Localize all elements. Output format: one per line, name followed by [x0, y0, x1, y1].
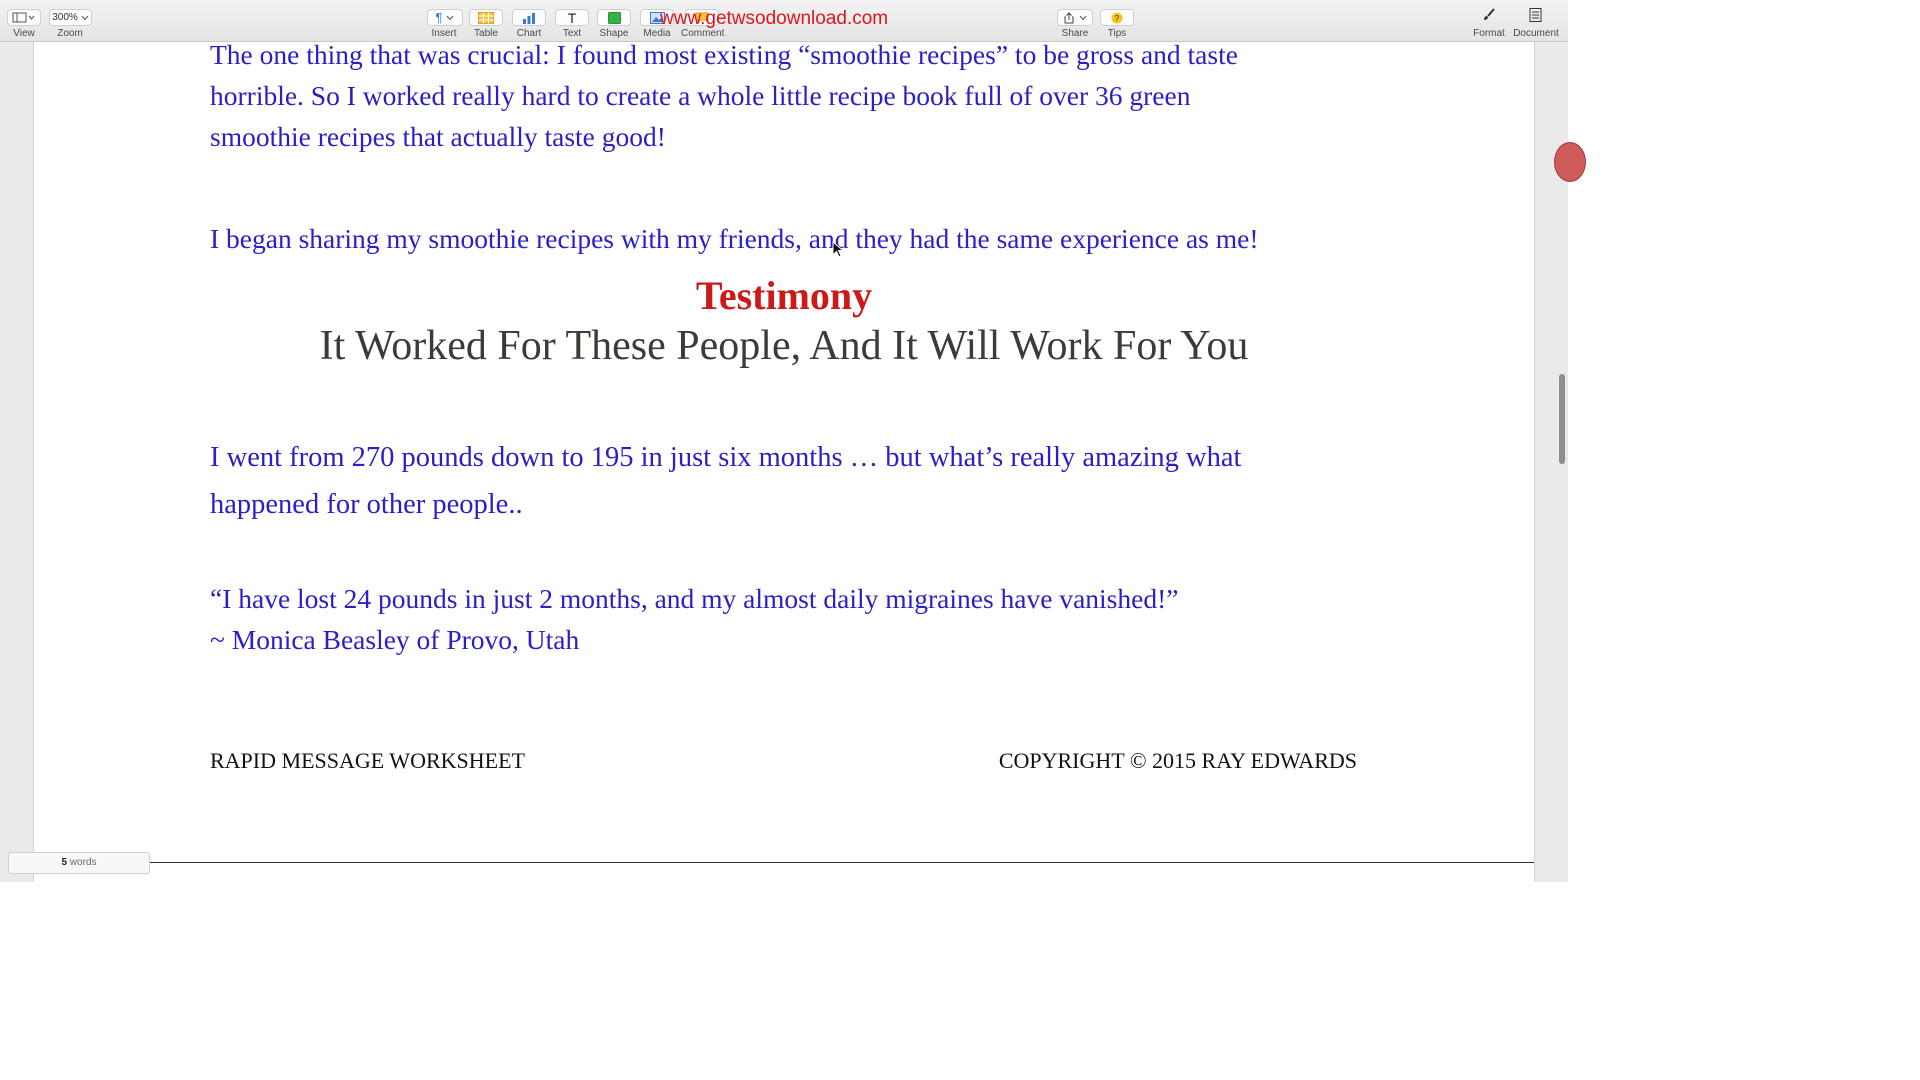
paragraph-sharing[interactable]: I began sharing my smoothie recipes with…: [210, 218, 1258, 259]
testimony-heading[interactable]: Testimony: [34, 272, 1534, 320]
paragraph-line: I went from 270 pounds down to 195 in ju…: [210, 442, 1242, 473]
chart-button[interactable]: [512, 9, 546, 26]
shape-label: Shape: [599, 28, 629, 39]
bar-chart-icon: [523, 12, 535, 24]
paragraph-weight-loss[interactable]: I went from 270 pounds down to 195 in ju…: [210, 434, 1241, 528]
text-label: Text: [562, 28, 582, 39]
shape-button[interactable]: [597, 9, 631, 26]
document-page[interactable]: The one thing that was crucial: I found …: [34, 39, 1534, 882]
left-gutter: [0, 42, 34, 882]
chart-label: Chart: [516, 28, 542, 39]
word-count-value: 5: [61, 857, 68, 868]
paragraph-line: horrible. So I worked really hard to cre…: [210, 80, 1191, 111]
testimony-subheading[interactable]: It Worked For These People, And It Will …: [34, 322, 1534, 370]
format-control[interactable]: Format: [1470, 0, 1508, 42]
text-box-icon: T: [567, 9, 577, 26]
sidebar-icon: [12, 12, 35, 23]
quote-text: “I have lost 24 pounds in just 2 months,…: [210, 583, 1179, 614]
quote-attribution: ~ Monica Beasley of Provo, Utah: [210, 624, 580, 655]
zoom-select[interactable]: 300%: [49, 9, 92, 26]
page-divider: [148, 862, 1534, 863]
footer-title: RAPID MESSAGE WORKSHEET: [210, 748, 525, 773]
share-control[interactable]: Share: [1056, 0, 1094, 42]
word-count-indicator[interactable]: 5 words: [8, 852, 150, 874]
insert-button[interactable]: ¶: [427, 9, 463, 26]
share-label: Share: [1061, 28, 1089, 39]
chevron-down-icon: [447, 15, 454, 20]
tips-label: Tips: [1107, 28, 1127, 39]
footer-copyright: COPYRIGHT © 2015 RAY EDWARDS: [998, 748, 1357, 773]
table-label: Table: [474, 28, 498, 39]
format-label: Format: [1473, 28, 1505, 39]
tips-button[interactable]: ?: [1100, 9, 1134, 26]
chart-control[interactable]: Chart: [511, 0, 547, 42]
word-count-unit: words: [69, 857, 97, 868]
table-control[interactable]: Table: [468, 0, 504, 42]
paragraph-recipes[interactable]: The one thing that was crucial: I found …: [210, 34, 1238, 157]
text-control[interactable]: T Text: [554, 0, 590, 42]
watermark-text: www.getwsodownload.com: [660, 8, 889, 29]
red-circle-handle[interactable]: [1554, 142, 1586, 182]
document-label: Document: [1513, 28, 1559, 39]
zoom-control[interactable]: 300% Zoom: [48, 0, 92, 42]
chevron-down-icon: [1079, 15, 1087, 20]
text-button[interactable]: T: [555, 9, 589, 26]
zoom-label: Zoom: [57, 28, 83, 39]
shape-control[interactable]: Shape: [596, 0, 632, 42]
table-button[interactable]: [469, 9, 503, 26]
view-button[interactable]: [7, 9, 41, 26]
chevron-down-icon: [81, 15, 89, 20]
view-label: View: [13, 28, 35, 39]
paragraph-line: smoothie recipes that actually taste goo…: [210, 121, 666, 152]
table-icon: [478, 11, 494, 24]
testimonial-quote[interactable]: “I have lost 24 pounds in just 2 months,…: [210, 578, 1178, 660]
shape-icon: [607, 11, 621, 24]
mouse-pointer-icon: [832, 241, 844, 258]
vertical-scrollbar-thumb[interactable]: [1559, 374, 1565, 464]
paragraph-icon: ¶: [435, 10, 443, 25]
help-icon: ?: [1111, 12, 1123, 23]
zoom-value: 300%: [52, 12, 78, 23]
document-control[interactable]: Document: [1512, 0, 1560, 42]
paintbrush-icon: [1482, 8, 1496, 27]
insert-label: Insert: [431, 28, 457, 39]
tips-control[interactable]: ? Tips: [1099, 0, 1135, 42]
svg-text:?: ?: [1115, 14, 1120, 23]
insert-control[interactable]: ¶ Insert: [424, 0, 464, 42]
paragraph-line: happened for other people..: [210, 489, 523, 520]
view-control[interactable]: View: [5, 0, 43, 42]
document-icon: [1529, 8, 1542, 27]
share-button[interactable]: [1057, 9, 1093, 26]
share-icon: [1064, 11, 1074, 23]
